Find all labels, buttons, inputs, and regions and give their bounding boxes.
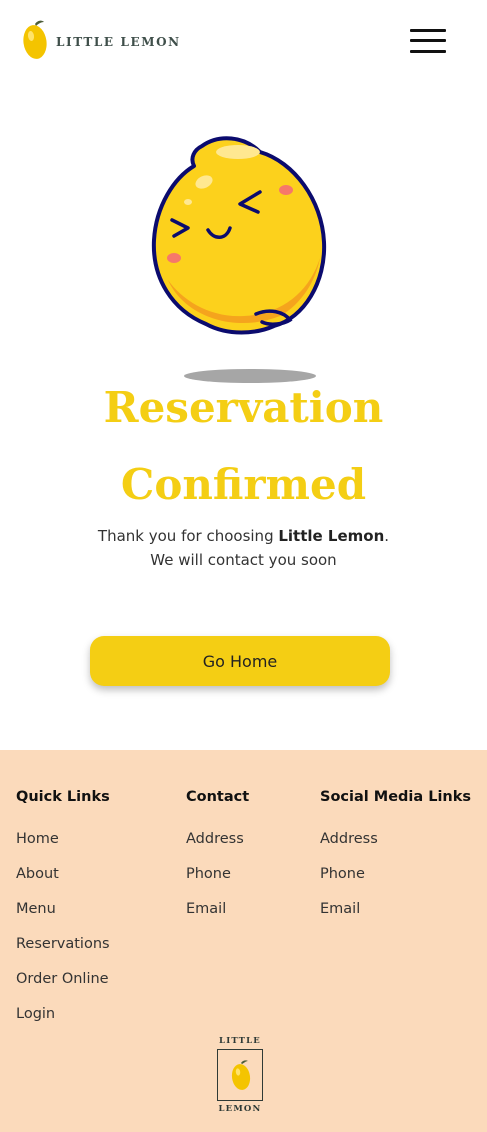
footer-link-login[interactable]: Login	[16, 1005, 110, 1040]
confirmation-message-line2: We will contact you soon	[150, 551, 337, 569]
smiling-lemon-illustration	[0, 130, 487, 390]
footer-quick-links: Quick Links Home About Menu Reservations…	[16, 788, 110, 1040]
brand-logo[interactable]: LITTLE LEMON	[22, 18, 181, 62]
footer-logo-frame	[217, 1049, 263, 1101]
footer-link-phone[interactable]: Phone	[186, 865, 249, 900]
go-home-button[interactable]: Go Home	[90, 636, 390, 686]
footer-heading-social-media: Social Media Links	[320, 789, 472, 805]
footer-contact: Contact Address Phone Email	[186, 788, 249, 935]
footer-link-email[interactable]: Email	[186, 900, 249, 935]
footer-heading-quick-links: Quick Links	[16, 789, 110, 805]
footer-social-link-email[interactable]: Email	[320, 900, 471, 935]
message-prefix: Thank you for choosing	[97, 527, 279, 545]
lemon-icon	[22, 18, 48, 62]
header: LITTLE LEMON	[0, 0, 487, 84]
footer-logo-bottom-text: LEMON	[218, 1104, 262, 1114]
hamburger-menu-icon[interactable]	[410, 27, 448, 55]
confirmation-message: Thank you for choosing Little Lemon.	[0, 524, 487, 548]
confirmation-title-line1: Reservation	[103, 383, 384, 432]
message-brand: Little Lemon	[278, 527, 385, 545]
footer-logo-top-text: LITTLE	[219, 1036, 261, 1046]
footer-social-link-phone[interactable]: Phone	[320, 865, 471, 900]
footer-social-media: Social Media Links Address Phone Email	[320, 788, 471, 935]
brand-name: LITTLE LEMON	[56, 34, 181, 49]
footer-link-order-online[interactable]: Order Online	[16, 970, 110, 1005]
message-suffix: .	[384, 527, 390, 545]
footer-logo[interactable]: LITTLE LEMON	[214, 1036, 266, 1114]
footer-link-address[interactable]: Address	[186, 830, 249, 865]
footer-social-link-address[interactable]: Address	[320, 830, 471, 865]
footer-link-home[interactable]: Home	[16, 830, 110, 865]
footer-link-about[interactable]: About	[16, 865, 110, 900]
confirmation-title-line2: Confirmed	[120, 460, 367, 509]
footer: Quick Links Home About Menu Reservations…	[0, 750, 487, 1132]
footer-link-reservations[interactable]: Reservations	[16, 935, 110, 970]
footer-link-menu[interactable]: Menu	[16, 900, 110, 935]
footer-heading-contact: Contact	[186, 789, 250, 805]
